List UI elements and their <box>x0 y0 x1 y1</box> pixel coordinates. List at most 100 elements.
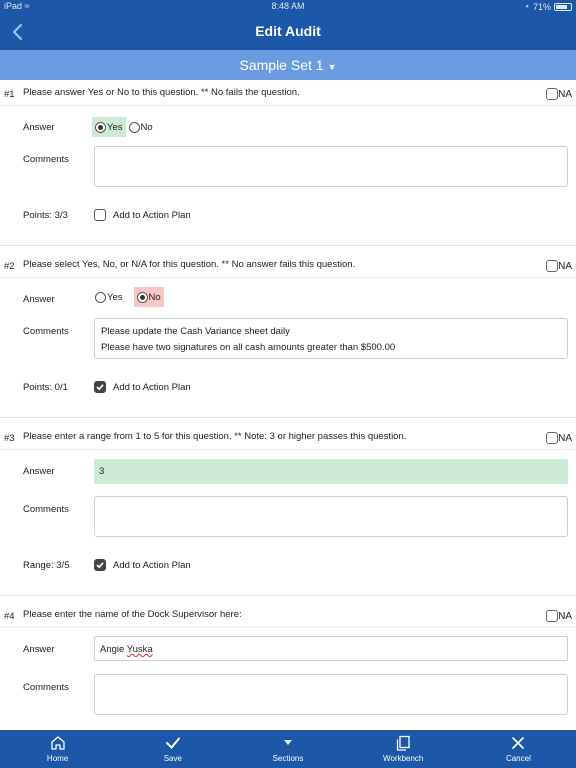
na-checkbox-box[interactable] <box>546 260 559 272</box>
action-plan-checkbox-box[interactable] <box>94 559 106 571</box>
comments-field[interactable] <box>94 674 568 715</box>
radio-no-circle[interactable] <box>128 121 140 133</box>
comments-field[interactable] <box>94 496 568 537</box>
na-label: NA <box>558 432 572 444</box>
comment-line: Please update the Cash Variance sheet da… <box>101 326 290 337</box>
tab-cancel[interactable]: Cancel <box>461 730 576 768</box>
radio-no[interactable]: No <box>126 117 156 137</box>
caret-down-icon <box>284 740 292 745</box>
check-icon <box>96 562 104 569</box>
tab-sections-label: Sections <box>272 754 304 763</box>
answer-last-name: Yuska <box>126 644 153 655</box>
answer-radio-group: Yes No <box>92 287 164 307</box>
question-header: #1 Please answer Yes or No to this quest… <box>0 80 576 106</box>
close-icon <box>512 737 525 749</box>
question-number: #4 <box>4 611 15 622</box>
answer-label: Answer <box>23 122 55 133</box>
radio-no[interactable]: No <box>133 287 164 307</box>
tab-save[interactable]: Save <box>115 730 230 768</box>
answer-text-input[interactable]: Angie Yuska <box>94 636 568 661</box>
question-header: #4 Please enter the name of the Dock Sup… <box>0 602 576 628</box>
question-text: Please enter the name of the Dock Superv… <box>23 609 242 620</box>
radio-yes-circle[interactable] <box>95 121 106 133</box>
action-plan-checkbox-box[interactable] <box>94 381 106 393</box>
radio-yes-circle[interactable] <box>95 291 106 303</box>
battery-percent: 71% <box>532 1 551 12</box>
tab-home-label: Home <box>46 754 69 763</box>
checkmark-icon <box>165 737 180 749</box>
action-plan-label: Add to Action Plan <box>113 559 191 571</box>
comments-label: Comments <box>23 682 69 693</box>
question-2: #2 Please select Yes, No, or N/A for thi… <box>0 252 576 418</box>
question-4: #4 Please enter the name of the Dock Sup… <box>0 602 576 730</box>
question-number: #3 <box>4 433 15 444</box>
radio-no-label: No <box>148 291 161 303</box>
comment-line: Please have two signatures on all cash a… <box>101 342 396 353</box>
add-to-action-plan-checkbox[interactable]: Add to Action Plan <box>94 209 191 221</box>
radio-no-circle[interactable] <box>136 291 148 303</box>
tab-sections[interactable]: Sections <box>230 730 345 768</box>
answer-label: Answer <box>23 294 55 305</box>
na-label: NA <box>558 610 572 622</box>
radio-yes[interactable]: Yes <box>92 117 126 137</box>
na-checkbox-box[interactable] <box>546 88 559 100</box>
question-text: Please answer Yes or No to this question… <box>23 87 300 98</box>
answer-radio-group: Yes No <box>92 117 156 137</box>
bottom-tab-bar: Home Save Sections Workbench Cancel <box>0 730 576 768</box>
question-3: #3 Please enter a range from 1 to 5 for … <box>0 424 576 596</box>
radio-yes-label: Yes <box>107 121 123 133</box>
question-number: #1 <box>4 89 15 100</box>
tab-home[interactable]: Home <box>0 730 115 768</box>
tab-save-label: Save <box>163 754 182 763</box>
check-icon <box>96 384 104 391</box>
question-number: #2 <box>4 261 15 272</box>
page-title: Edit Audit <box>255 23 321 39</box>
battery-icon <box>554 2 572 11</box>
question-header: #2 Please select Yes, No, or N/A for thi… <box>0 252 576 278</box>
comments-field[interactable] <box>94 146 568 187</box>
tab-cancel-label: Cancel <box>505 754 531 763</box>
points-score: Points: 3/3 <box>23 210 68 221</box>
range-score: Range: 3/5 <box>23 560 70 571</box>
comments-field[interactable]: Please update the Cash Variance sheet da… <box>94 318 568 359</box>
action-plan-checkbox-box[interactable] <box>94 209 106 221</box>
points-score: Points: 0/1 <box>23 382 68 393</box>
na-label: NA <box>558 88 572 100</box>
section-selector[interactable]: Sample Set 1 ▼ <box>0 50 576 80</box>
answer-range-input[interactable]: 3 <box>94 459 568 484</box>
add-to-action-plan-checkbox[interactable]: Add to Action Plan <box>94 559 191 571</box>
action-plan-label: Add to Action Plan <box>113 209 191 221</box>
question-1: #1 Please answer Yes or No to this quest… <box>0 80 576 246</box>
comments-label: Comments <box>23 154 69 165</box>
comments-label: Comments <box>23 504 69 515</box>
na-label: NA <box>558 260 572 272</box>
audit-question-list[interactable]: #1 Please answer Yes or No to this quest… <box>0 80 576 730</box>
na-checkbox[interactable]: NA <box>546 432 572 444</box>
tab-workbench-label: Workbench <box>383 754 424 763</box>
question-header: #3 Please enter a range from 1 to 5 for … <box>0 424 576 450</box>
caret-down-icon: ▼ <box>327 62 337 72</box>
question-text: Please select Yes, No, or N/A for this q… <box>23 259 356 270</box>
action-plan-label: Add to Action Plan <box>113 381 191 393</box>
comments-label: Comments <box>23 326 69 337</box>
radio-yes-label: Yes <box>107 291 123 303</box>
answer-label: Answer <box>23 644 55 655</box>
na-checkbox-box[interactable] <box>546 610 559 622</box>
status-time: 8:48 AM <box>271 1 305 11</box>
answer-first-name: Angie <box>100 644 125 655</box>
na-checkbox-box[interactable] <box>546 432 559 444</box>
tab-workbench[interactable]: Workbench <box>346 730 461 768</box>
na-checkbox[interactable]: NA <box>546 88 572 100</box>
navigation-bar: Edit Audit <box>0 14 576 50</box>
status-bar: iPad ≈ 8:48 AM ⋆ 71% <box>0 0 576 14</box>
na-checkbox[interactable]: NA <box>546 610 572 622</box>
workbench-icon <box>397 735 410 751</box>
radio-no-label: No <box>140 121 153 133</box>
answer-label: Answer <box>23 466 55 477</box>
question-text: Please enter a range from 1 to 5 for thi… <box>23 431 407 442</box>
status-right: ⋆ 71% <box>524 1 572 12</box>
radio-yes[interactable]: Yes <box>92 287 126 307</box>
section-label: Sample Set 1 <box>239 57 324 73</box>
add-to-action-plan-checkbox[interactable]: Add to Action Plan <box>94 381 191 393</box>
na-checkbox[interactable]: NA <box>546 260 572 272</box>
